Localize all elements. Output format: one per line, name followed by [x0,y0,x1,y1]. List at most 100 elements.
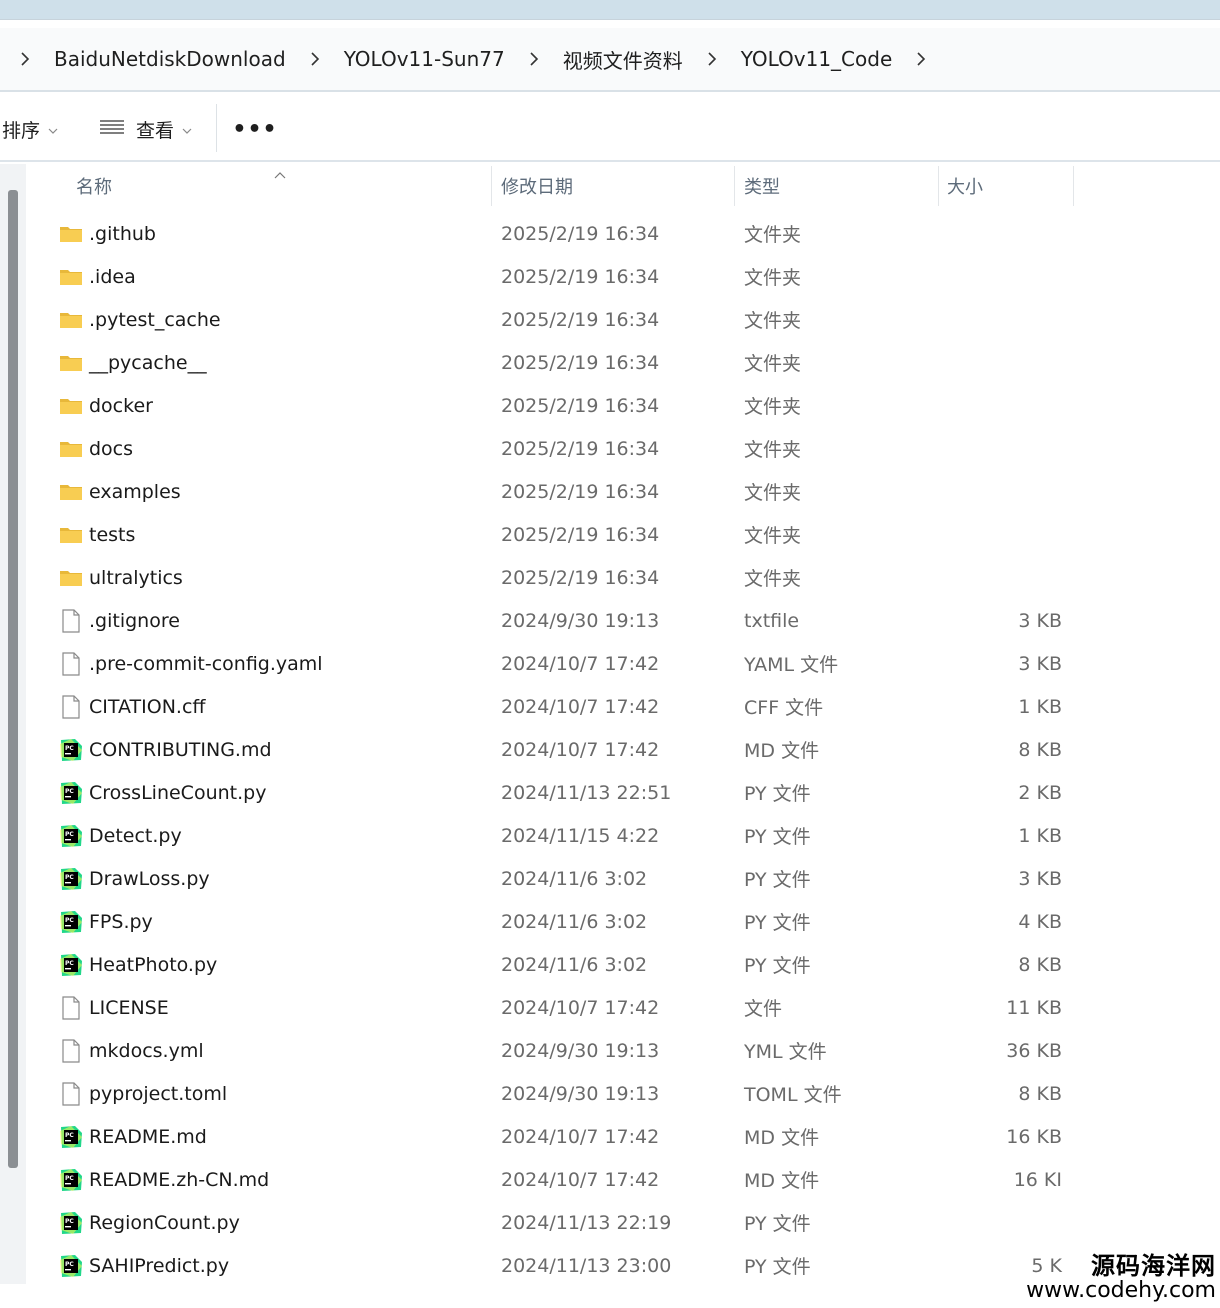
more-options-button[interactable]: ••• [232,109,276,149]
file-type: PY 文件 [744,869,811,891]
folder-icon [58,556,84,599]
file-row[interactable]: pyproject.toml 2024/9/30 19:13 TOML 文件 8 KB [30,1072,1220,1115]
svg-text:PC: PC [65,788,74,795]
file-row[interactable]: CITATION.cff 2024/10/7 17:42 CFF 文件 1 KB [30,685,1220,728]
file-size: 2 KB [1018,781,1062,804]
file-row[interactable]: PC README.md 2024/10/7 17:42 MD 文件 16 KB [30,1115,1220,1158]
file-type: 文件夹 [744,267,802,289]
file-date: 2024/11/13 22:19 [501,1211,672,1234]
file-row[interactable]: examples 2025/2/19 16:34 文件夹 [30,470,1220,513]
chevron-right-icon[interactable] [509,52,559,66]
pycharm-icon: PC [58,1244,84,1287]
file-name: .gitignore [89,609,180,632]
file-size: 8 KB [1018,738,1062,761]
file-type: 文件夹 [744,353,802,375]
file-type: YAML 文件 [744,654,839,676]
column-divider[interactable] [734,166,735,206]
file-name: CrossLineCount.py [89,781,267,804]
file-row[interactable]: .github 2025/2/19 16:34 文件夹 [30,212,1220,255]
file-row[interactable]: PC CrossLineCount.py 2024/11/13 22:51 PY 文件… [30,771,1220,814]
column-header-type[interactable]: 类型 [744,164,780,208]
file-type: PY 文件 [744,955,811,977]
breadcrumb-item[interactable]: YOLOv11_Code [737,47,897,71]
file-name: SAHIPredict.py [89,1254,230,1277]
file-row[interactable]: docker 2025/2/19 16:34 文件夹 [30,384,1220,427]
column-header-row: 名称 修改日期 类型 大小 [30,164,1220,208]
file-row[interactable]: PC FPS.py 2024/11/6 3:02 PY 文件 4 KB [30,900,1220,943]
svg-text:PC: PC [65,917,74,924]
column-divider[interactable] [1073,166,1074,206]
address-bar[interactable]: BaiduNetdiskDownload YOLOv11-Sun77 视频文件资… [0,28,1220,92]
pycharm-icon: PC [58,1201,84,1244]
file-date: 2024/10/7 17:42 [501,1125,660,1148]
chevron-right-icon[interactable] [687,52,737,66]
file-type: PY 文件 [744,1213,811,1235]
breadcrumb-item[interactable]: 视频文件资料 [559,45,687,74]
file-icon [58,1029,84,1072]
file-row[interactable]: docs 2025/2/19 16:34 文件夹 [30,427,1220,470]
file-size [940,384,1062,427]
column-divider[interactable] [491,166,492,206]
nav-pane-scrollbar-thumb[interactable] [8,190,18,1168]
chevron-right-icon[interactable] [0,52,50,66]
file-row[interactable]: PC RegionCount.py 2024/11/13 22:19 PY 文件 [30,1201,1220,1244]
file-date: 2025/2/19 16:34 [501,480,660,503]
column-header-size[interactable]: 大小 [947,164,983,208]
pycharm-icon: PC [58,857,84,900]
file-type: PY 文件 [744,1256,811,1278]
file-date: 2024/10/7 17:42 [501,738,660,761]
file-row[interactable]: PC README.zh-CN.md 2024/10/7 17:42 MD 文件 16 … [30,1158,1220,1201]
column-header-name[interactable]: 名称 [76,164,112,208]
file-row[interactable]: PC HeatPhoto.py 2024/11/6 3:02 PY 文件 8 KB [30,943,1220,986]
file-row[interactable]: ultralytics 2025/2/19 16:34 文件夹 [30,556,1220,599]
file-row[interactable]: mkdocs.yml 2024/9/30 19:13 YML 文件 36 KB [30,1029,1220,1072]
file-row[interactable]: .idea 2025/2/19 16:34 文件夹 [30,255,1220,298]
file-type: 文件夹 [744,396,802,418]
file-name: docker [89,394,153,417]
file-row[interactable]: .pytest_cache 2025/2/19 16:34 文件夹 [30,298,1220,341]
file-row[interactable]: __pycache__ 2025/2/19 16:34 文件夹 [30,341,1220,384]
chevron-down-icon [48,118,58,140]
file-date: 2025/2/19 16:34 [501,394,660,417]
file-row[interactable]: PC Detect.py 2024/11/15 4:22 PY 文件 1 KB [30,814,1220,857]
file-size: 4 KB [1018,910,1062,933]
file-size: 3 KB [1018,609,1062,632]
file-size: 8 KB [1018,1082,1062,1105]
file-row[interactable]: PC CONTRIBUTING.md 2024/10/7 17:42 MD 文件 8 K… [30,728,1220,771]
file-date: 2024/9/30 19:13 [501,609,660,632]
column-header-date[interactable]: 修改日期 [501,164,573,208]
chevron-right-icon[interactable] [896,52,946,66]
file-type: 文件夹 [744,310,802,332]
file-size: 16 KI [1013,1168,1062,1191]
view-button[interactable]: 查看 [100,109,192,149]
file-date: 2024/9/30 19:13 [501,1039,660,1062]
breadcrumb-item[interactable]: BaiduNetdiskDownload [50,47,290,71]
file-date: 2024/11/13 22:51 [501,781,672,804]
column-divider[interactable] [938,166,939,206]
sort-button[interactable]: 排序 [2,109,58,149]
file-row[interactable]: LICENSE 2024/10/7 17:42 文件 11 KB [30,986,1220,1029]
file-icon [58,1072,84,1115]
file-row[interactable]: tests 2025/2/19 16:34 文件夹 [30,513,1220,556]
watermark-title: 源码海洋网 [1091,1251,1216,1280]
file-type: 文件夹 [744,224,802,246]
breadcrumb-item[interactable]: YOLOv11-Sun77 [340,47,509,71]
file-list: .github 2025/2/19 16:34 文件夹 .idea 2025/2/19 … [30,212,1220,1287]
file-name: LICENSE [89,996,169,1019]
file-size [940,556,1062,599]
file-name: .github [89,222,156,245]
chevron-right-icon[interactable] [290,52,340,66]
file-size: 1 KB [1018,824,1062,847]
file-date: 2024/10/7 17:42 [501,695,660,718]
file-date: 2024/11/6 3:02 [501,953,648,976]
pycharm-icon: PC [58,943,84,986]
file-size [940,255,1062,298]
window-title-bar [0,0,1220,20]
file-size: 3 KB [1018,652,1062,675]
folder-icon [58,427,84,470]
file-row[interactable]: PC DrawLoss.py 2024/11/6 3:02 PY 文件 3 KB [30,857,1220,900]
command-bar: 排序 查看 ••• [0,96,1220,162]
file-row[interactable]: .gitignore 2024/9/30 19:13 txtfile 3 KB [30,599,1220,642]
file-row[interactable]: .pre-commit-config.yaml 2024/10/7 17:42 YA… [30,642,1220,685]
file-type: 文件 [744,998,783,1020]
